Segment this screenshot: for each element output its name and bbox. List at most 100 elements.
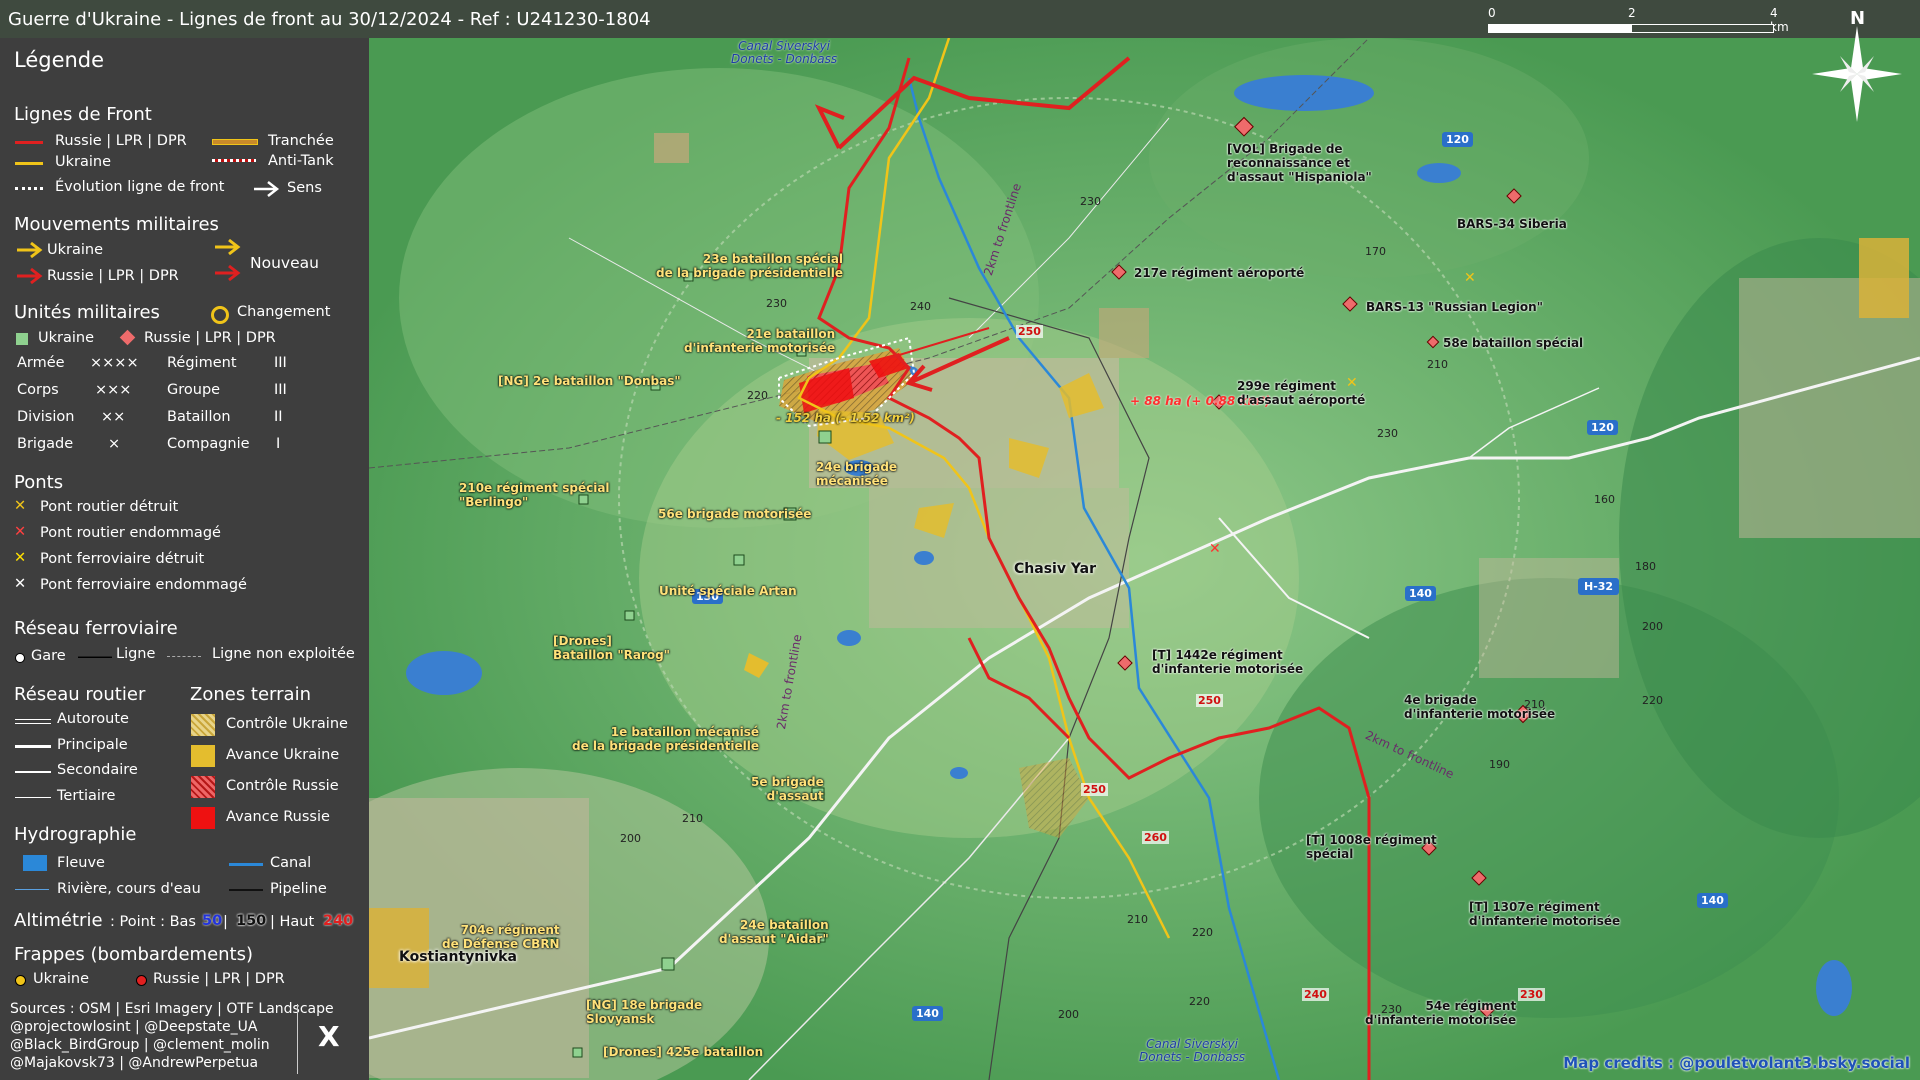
new-movement-arrows-icon bbox=[215, 238, 241, 282]
road-main-swatch bbox=[15, 745, 51, 748]
size-name-division: Division bbox=[17, 409, 75, 425]
elev-13: 210 bbox=[682, 812, 703, 825]
elev-8: 160 bbox=[1594, 493, 1615, 506]
alt-point-6: 230 bbox=[1518, 988, 1545, 1001]
hydro-heading: Hydrographie bbox=[14, 824, 137, 845]
ru-unit-label-1: [VOL] Brigade de reconnaissance et d'ass… bbox=[1227, 142, 1372, 184]
north-arrow: N bbox=[1812, 8, 1902, 122]
ua-unit-label-6: 56e brigade motorisée bbox=[658, 507, 812, 521]
evolution-line-swatch bbox=[15, 187, 43, 190]
strikes-heading: Frappes (bombardements) bbox=[14, 944, 254, 965]
elev-9: 180 bbox=[1635, 560, 1656, 573]
alt-point-5: 240 bbox=[1302, 988, 1329, 1001]
ru-unit-label-4: BARS-13 "Russian Legion" bbox=[1366, 300, 1543, 314]
hydro-pipeline-label: Pipeline bbox=[270, 881, 327, 897]
size-name-corps: Corps bbox=[17, 382, 59, 398]
bridges-heading: Ponts bbox=[14, 472, 64, 493]
elev-12: 220 bbox=[1642, 694, 1663, 707]
ru-unit-label-3: 217e régiment aéroporté bbox=[1134, 266, 1305, 280]
hydro-river-label: Fleuve bbox=[57, 855, 105, 871]
ua-unit-label-13: [NG] 18e brigade Slovyansk bbox=[586, 998, 703, 1026]
size-name-brigade: Brigade bbox=[17, 436, 74, 452]
front-trench-label: Tranchée bbox=[268, 133, 334, 149]
size-sym-company: I bbox=[276, 436, 281, 452]
ua-area-change: - 152 ha (- 1.52 km²) bbox=[776, 411, 915, 425]
size-sym-brigade: × bbox=[108, 436, 121, 452]
front-direction-label: Sens bbox=[287, 180, 322, 196]
canal-label-north: Canal Siverskyi Donets - Donbass bbox=[731, 39, 838, 66]
source-line-1: Sources : OSM | Esri Imagery | OTF Lands… bbox=[10, 1001, 334, 1017]
size-sym-division: ×× bbox=[101, 409, 126, 425]
road-secondary-swatch bbox=[15, 771, 51, 773]
scale-label-2: 2 bbox=[1628, 6, 1636, 20]
size-sym-regiment: III bbox=[274, 355, 287, 371]
ukraine-movement-arrow-icon bbox=[17, 241, 43, 259]
zone-item-4: Avance Russie bbox=[226, 809, 330, 825]
elev-19: 200 bbox=[1058, 1008, 1079, 1021]
ua-unit-label-2: 21e bataillon d'infanterie motorisée bbox=[684, 327, 836, 355]
road-item-3: Secondaire bbox=[57, 762, 138, 778]
units-russia-label: Russie | LPR | DPR bbox=[144, 330, 276, 346]
bridge-rail-damaged-icon: ✕ bbox=[14, 576, 27, 592]
ua-unit-label-11: 704e régiment de Défense CBRN bbox=[442, 923, 560, 951]
trench-swatch bbox=[212, 139, 258, 145]
size-name-group: Groupe bbox=[167, 382, 221, 398]
ukraine-unit-icon bbox=[16, 333, 28, 345]
zones-heading: Zones terrain bbox=[190, 684, 311, 705]
river-swatch bbox=[23, 855, 47, 871]
rail-unused-label: Ligne non exploitée bbox=[212, 646, 355, 662]
zone-ru-advance-swatch bbox=[191, 807, 215, 829]
elev-7: 230 bbox=[1377, 427, 1398, 440]
front-evolution-label: Évolution ligne de front bbox=[55, 179, 225, 195]
size-sym-corps: ××× bbox=[95, 382, 132, 398]
altimetry-label: Altimétrie bbox=[14, 910, 103, 931]
size-name-army: Armée bbox=[17, 355, 65, 371]
units-ukraine-label: Ukraine bbox=[38, 330, 94, 346]
ru-unit-label-6: 299e régiment d'assaut aéroporté bbox=[1237, 379, 1366, 407]
units-change-label: Changement bbox=[237, 304, 331, 320]
bridge-item-2: Pont routier endommagé bbox=[40, 525, 221, 541]
ua-unit-label-9: 1e bataillon mécanisé de la brigade prés… bbox=[572, 725, 760, 753]
elev-10: 200 bbox=[1642, 620, 1663, 633]
ua-unit-label-12: 24e bataillon d'assaut "Aidar" bbox=[719, 918, 829, 946]
altimetry-mid: 150 bbox=[236, 913, 267, 929]
size-name-regiment: Régiment bbox=[167, 355, 237, 371]
map-title: Guerre d'Ukraine - Lignes de front au 30… bbox=[8, 9, 651, 30]
road-tertiary-swatch bbox=[15, 797, 51, 798]
movement-new-label: Nouveau bbox=[250, 254, 319, 272]
roads-heading: Réseau routier bbox=[14, 684, 146, 705]
ua-unit-label-14: [Drones] 425e bataillon bbox=[603, 1045, 764, 1059]
zone-item-1: Contrôle Ukraine bbox=[226, 716, 348, 732]
size-sym-battalion: II bbox=[274, 409, 283, 425]
front-antitank-label: Anti-Tank bbox=[268, 153, 334, 169]
bridge-rail-destroyed-icon: ✕ bbox=[14, 550, 27, 566]
source-line-2: @projectowlosint | @Deepstate_UA bbox=[10, 1019, 258, 1035]
change-circle-icon bbox=[211, 306, 229, 324]
road-item-4: Tertiaire bbox=[57, 788, 116, 804]
size-name-company: Compagnie bbox=[167, 436, 250, 452]
map-canvas[interactable]: ✕ ✕ ✕ Canal Siverskyi Donets - Donbass C… bbox=[369, 38, 1920, 1080]
units-heading: Unités militaires bbox=[14, 302, 160, 323]
size-sym-group: III bbox=[274, 382, 287, 398]
ua-unit-label-5: 210e régiment spécial "Berlingo" bbox=[459, 481, 610, 509]
ru-unit-label-2: BARS-34 Siberia bbox=[1457, 217, 1567, 231]
bridge-item-3: Pont ferroviaire détruit bbox=[40, 551, 205, 567]
altimetry-high: 240 bbox=[323, 913, 354, 929]
movement-ukraine-label: Ukraine bbox=[47, 242, 103, 258]
road-item-1: Autoroute bbox=[57, 711, 129, 727]
size-name-battalion: Bataillon bbox=[167, 409, 231, 425]
movements-heading: Mouvements militaires bbox=[14, 214, 219, 235]
ru-unit-label-8: 4e brigade d'infanterie motorisée bbox=[1404, 693, 1556, 721]
elev-17: 220 bbox=[1189, 995, 1210, 1008]
ua-unit-label-4: 24e brigade mécanisée bbox=[816, 460, 898, 488]
rail-line-label: Ligne bbox=[116, 646, 156, 662]
ru-unit-label-5: 58e bataillon spécial bbox=[1443, 336, 1584, 350]
x-logo-icon[interactable]: X bbox=[318, 1020, 340, 1053]
svg-text:✕: ✕ bbox=[1209, 541, 1221, 557]
ru-unit-label-11: 54e régiment d'infanterie motorisée bbox=[1365, 999, 1517, 1027]
scale-segment-1 bbox=[1488, 24, 1631, 33]
road-motorway-swatch bbox=[15, 719, 51, 724]
front-ukraine-label: Ukraine bbox=[55, 154, 111, 170]
town-kostiantynivka: Kostiantynivka bbox=[399, 949, 517, 965]
elev-1: 230 bbox=[1080, 195, 1101, 208]
